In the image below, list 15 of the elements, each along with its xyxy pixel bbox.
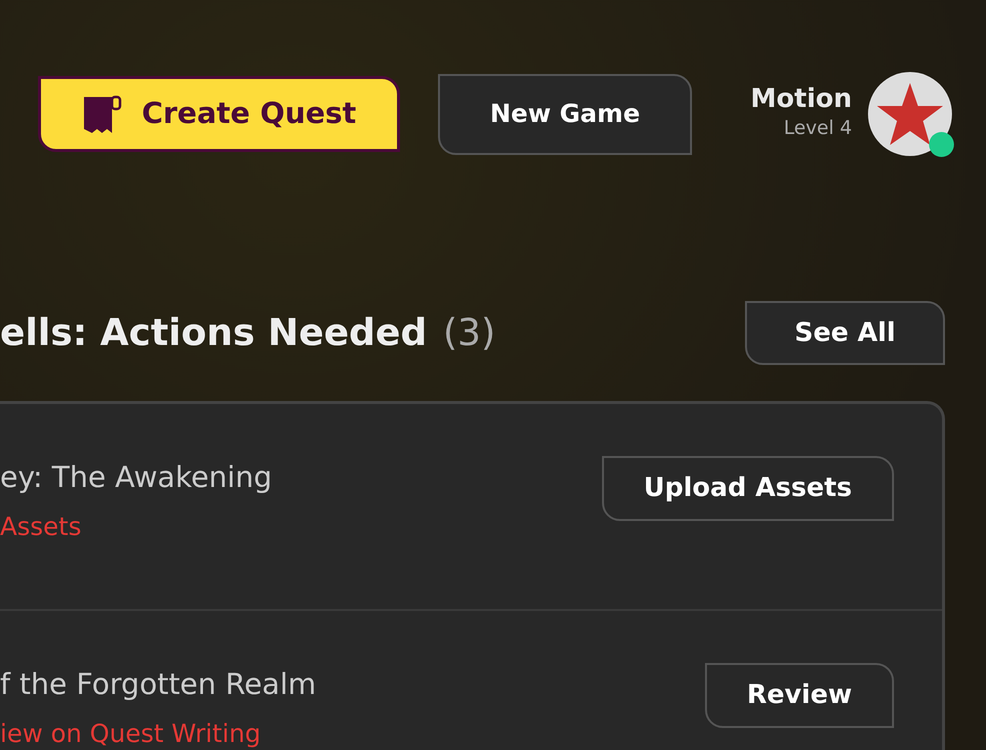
quest-status: Assets	[0, 510, 82, 542]
create-quest-button[interactable]: Create Quest	[38, 76, 400, 152]
username: Motion	[750, 85, 852, 114]
quest-title: f the Forgotten Realm	[0, 666, 316, 703]
section-title: ells: Actions Needed	[0, 310, 427, 356]
scroll-icon	[82, 93, 124, 135]
quest-title: ey: The Awakening	[0, 459, 272, 496]
star-icon	[875, 81, 945, 147]
user-level: Level 4	[782, 116, 852, 142]
new-game-button[interactable]: New Game	[438, 74, 692, 154]
see-all-button[interactable]: See All	[745, 301, 945, 365]
action-button[interactable]: Review	[704, 663, 894, 728]
quest-status: iew on Quest Writing	[0, 718, 262, 750]
section-count: (3)	[442, 310, 496, 356]
action-button[interactable]: Upload Assets	[602, 456, 894, 521]
